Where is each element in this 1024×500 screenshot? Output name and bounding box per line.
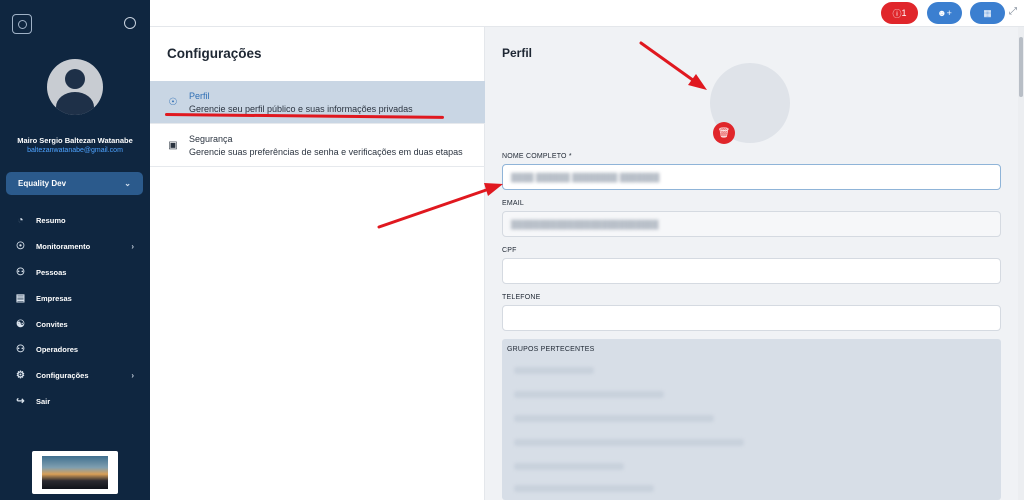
settings-item-title: Segurança <box>189 133 233 144</box>
chevron-down-icon: ⌄ <box>124 179 131 188</box>
app-logo-icon[interactable] <box>12 14 32 34</box>
settings-title: Configurações <box>167 46 262 61</box>
sidebar-item-label: Monitoramento <box>36 242 91 252</box>
user-plus-icon: ☻+ <box>937 8 952 18</box>
delete-photo-button[interactable]: 🗑 <box>713 122 735 144</box>
user-name: Mairo Sergio Baltezan Watanabe <box>17 136 133 145</box>
settings-item-description: Gerencie seu perfil público e suas infor… <box>189 103 413 114</box>
groups-section: GRUPOS PERTECENTES <box>502 339 1001 500</box>
settings-menu: Configurações ☉ Perfil Gerencie seu perf… <box>150 27 485 500</box>
sidebar-item-label: Configurações <box>36 371 89 381</box>
pie-chart-icon: ◔ <box>17 215 24 227</box>
phone-label: TELEFONE <box>502 294 541 301</box>
gear-icon: ⚙ <box>16 370 25 382</box>
sidebar-item-pessoas[interactable]: ⚇ Pessoas <box>0 260 150 286</box>
logout-icon: ↪ <box>16 395 25 407</box>
group-item <box>514 415 714 422</box>
chevron-right-icon: › <box>131 242 134 252</box>
alert-count: 1 <box>901 8 907 18</box>
email-field[interactable]: ██████████████████████████ <box>502 211 1001 237</box>
organization-label: Equality Dev <box>18 179 67 188</box>
phone-field[interactable] <box>502 305 1001 331</box>
user-plus-icon: ☯ <box>16 318 25 330</box>
sidebar-item-convites[interactable]: ☯ Convites <box>0 311 150 337</box>
settings-item-description: Gerencie suas preferências de senha e ve… <box>189 146 463 157</box>
calendar-add-button[interactable]: ▦ <box>970 2 1005 24</box>
user-email: baltezanwatanabe@gmail.com <box>27 147 123 154</box>
users-icon: ⚇ <box>16 344 25 356</box>
calendar-icon: ▦ <box>983 7 992 18</box>
full-name-label: NOME COMPLETO * <box>502 153 572 160</box>
email-label: EMAIL <box>502 200 525 207</box>
avatar <box>47 59 103 115</box>
settings-item-title: Perfil <box>189 90 210 101</box>
group-item <box>514 485 654 492</box>
cpf-label: CPF <box>502 247 517 254</box>
user-circle-icon: ☉ <box>168 96 178 108</box>
organization-select[interactable]: Equality Dev ⌄ <box>6 172 143 195</box>
group-item <box>514 367 594 374</box>
account-icon[interactable] <box>124 17 136 29</box>
alerts-button[interactable]: ⓘ 1 <box>881 2 918 24</box>
sunset-thumbnail <box>32 451 118 494</box>
settings-item-seguranca[interactable]: ▣ Segurança Gerencie suas preferências d… <box>150 124 485 167</box>
sidebar-nav: ◔ Resumo ☉ Monitoramento › ⚇ Pessoas ▤ E… <box>0 208 150 414</box>
chevron-right-icon: › <box>131 371 134 381</box>
group-item <box>514 463 624 470</box>
fullscreen-icon[interactable]: ⤢ <box>1009 6 1017 17</box>
globe-icon: ☉ <box>16 241 25 253</box>
sidebar-item-operadores[interactable]: ⚇ Operadores <box>0 337 150 363</box>
sidebar-item-monitoramento[interactable]: ☉ Monitoramento › <box>0 234 150 260</box>
people-icon: ⚇ <box>16 266 25 278</box>
sidebar-item-label: Sair <box>36 396 51 406</box>
sidebar-item-label: Convites <box>36 319 68 329</box>
sidebar-item-empresas[interactable]: ▤ Empresas <box>0 285 150 311</box>
trash-icon: 🗑 <box>717 127 731 139</box>
scrollbar[interactable] <box>1018 27 1024 500</box>
page-title: Perfil <box>502 46 533 60</box>
sidebar: Mairo Sergio Baltezan Watanabe baltezanw… <box>0 0 150 500</box>
group-item <box>514 391 664 398</box>
sidebar-item-label: Operadores <box>36 345 79 355</box>
group-item <box>514 439 744 446</box>
full-name-field[interactable]: ████ ██████ ████████ ███████ <box>502 164 1001 190</box>
top-bar: ⓘ 1 ☻+ ▦ ⤢ <box>150 0 1024 27</box>
sidebar-item-configuracoes[interactable]: ⚙ Configurações › <box>0 363 150 389</box>
sidebar-item-label: Empresas <box>36 293 72 303</box>
alert-icon: ⓘ <box>892 8 902 19</box>
sidebar-item-label: Resumo <box>36 216 66 226</box>
cpf-field[interactable] <box>502 258 1001 284</box>
sidebar-item-resumo[interactable]: ◔ Resumo <box>0 208 150 234</box>
groups-label: GRUPOS PERTECENTES <box>507 346 595 353</box>
sidebar-item-sair[interactable]: ↪ Sair <box>0 389 150 415</box>
add-user-button[interactable]: ☻+ <box>927 2 962 24</box>
lock-icon: ▣ <box>168 139 178 151</box>
profile-panel: Perfil 🗑 NOME COMPLETO * ████ ██████ ███… <box>485 27 1018 500</box>
store-icon: ▤ <box>15 292 26 304</box>
sidebar-item-label: Pessoas <box>36 267 67 277</box>
